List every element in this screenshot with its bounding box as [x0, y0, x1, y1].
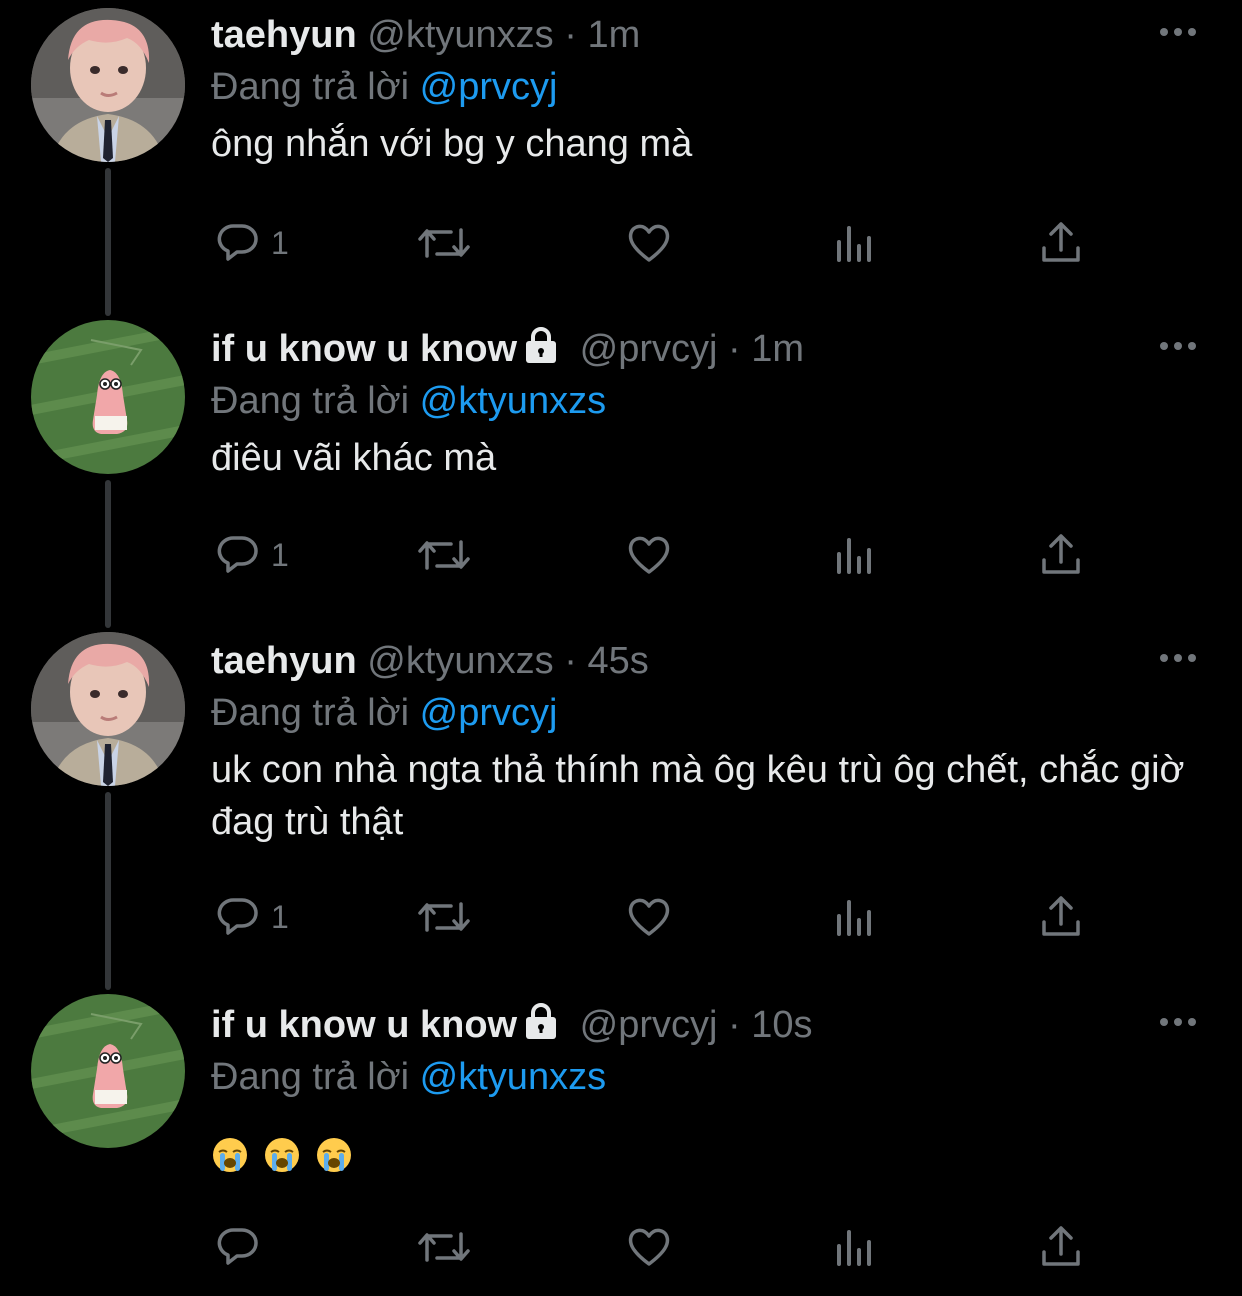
replying-to-handle[interactable]: @prvcyj	[420, 66, 558, 108]
replying-to-handle[interactable]: @prvcyj	[420, 692, 558, 734]
reply-count: 1	[271, 898, 289, 935]
tweet-header: if u know u know @prvcyj · 10s	[211, 1002, 813, 1048]
reply-count: 1	[271, 536, 289, 573]
like-button[interactable]	[625, 218, 673, 268]
lock-icon	[526, 327, 557, 363]
user-handle[interactable]: @prvcyj	[580, 1004, 718, 1046]
loudly-crying-face-emoji	[213, 1138, 247, 1172]
analytics-button[interactable]	[833, 218, 877, 268]
retweet-icon	[418, 228, 470, 258]
retweet-icon	[418, 1232, 470, 1262]
share-button[interactable]	[1039, 218, 1083, 268]
replying-to: Đang trả lời @ktyunxzs	[211, 1054, 606, 1100]
patrick-avatar[interactable]	[31, 994, 185, 1148]
share-icon	[1042, 534, 1080, 574]
comment-icon	[217, 224, 258, 261]
replying-to-handle[interactable]: @ktyunxzs	[420, 380, 606, 422]
loudly-crying-face-emoji	[317, 1138, 351, 1172]
tweet-text: ông nhắn với bg y chang mà	[211, 123, 693, 165]
share-icon	[1042, 1226, 1080, 1266]
tweet-header: taehyun @ktyunxzs · 45s	[211, 638, 649, 684]
analytics-icon	[837, 538, 871, 574]
replying-to: Đang trả lời @ktyunxzs	[211, 378, 606, 424]
analytics-icon	[837, 226, 871, 262]
reply-button[interactable]: 1	[215, 218, 289, 268]
lock-icon	[526, 1003, 557, 1039]
share-button[interactable]	[1039, 530, 1083, 580]
reply-button[interactable]	[215, 1222, 271, 1272]
tweet-actions: 1	[211, 530, 1111, 580]
patrick-avatar[interactable]	[31, 320, 185, 474]
tweet[interactable]: taehyun @ktyunxzs · 1m Đang trả lời @prv…	[0, 0, 1242, 312]
timestamp[interactable]: · 1m	[728, 328, 804, 370]
retweet-button[interactable]	[415, 530, 473, 580]
comment-icon	[217, 898, 258, 935]
display-name[interactable]: if u know u know	[211, 328, 517, 370]
comment-icon	[217, 536, 258, 573]
tweet[interactable]: if u know u know @prvcyj · 10s Đang trả …	[0, 990, 1242, 1296]
loudly-crying-face-emoji	[265, 1138, 299, 1172]
retweet-icon	[418, 902, 470, 932]
analytics-button[interactable]	[833, 530, 877, 580]
tweet-actions: 1	[211, 892, 1111, 942]
replying-to: Đang trả lời @prvcyj	[211, 64, 557, 110]
retweet-button[interactable]	[415, 1222, 473, 1272]
tweet[interactable]: taehyun @ktyunxzs · 45s Đang trả lời @pr…	[0, 626, 1242, 988]
tweet-text: uk con nhà ngta thả thính mà ôg kêu trù …	[211, 749, 1185, 843]
more-icon[interactable]	[1158, 336, 1198, 356]
reply-button[interactable]: 1	[215, 530, 289, 580]
share-icon	[1042, 896, 1080, 936]
retweet-button[interactable]	[415, 218, 473, 268]
reply-count: 1	[271, 224, 289, 261]
heart-icon	[628, 898, 670, 936]
person-avatar[interactable]	[31, 632, 185, 786]
retweet-icon	[418, 540, 470, 570]
heart-icon	[628, 1228, 670, 1266]
tweet-header: taehyun @ktyunxzs · 1m	[211, 12, 640, 58]
heart-icon	[628, 224, 670, 262]
like-button[interactable]	[625, 1222, 673, 1272]
heart-icon	[628, 536, 670, 574]
tweet-actions	[211, 1222, 1111, 1272]
tweet-emoji-row: 😭 😭 😭	[211, 1136, 1211, 1188]
replying-to-label: Đang trả lời	[211, 1056, 410, 1098]
tweet-header: if u know u know @prvcyj · 1m	[211, 326, 804, 372]
display-name[interactable]: taehyun	[211, 640, 357, 682]
display-name[interactable]: if u know u know	[211, 1004, 517, 1046]
more-icon[interactable]	[1158, 648, 1198, 668]
retweet-button[interactable]	[415, 892, 473, 942]
replying-to: Đang trả lời @prvcyj	[211, 690, 557, 736]
share-button[interactable]	[1039, 1222, 1083, 1272]
replying-to-label: Đang trả lời	[211, 692, 410, 734]
tweet-text: điêu vãi khác mà	[211, 437, 497, 479]
tweet-actions: 1	[211, 218, 1111, 268]
user-handle[interactable]: @ktyunxzs	[367, 640, 553, 682]
replying-to-label: Đang trả lời	[211, 66, 410, 108]
person-avatar[interactable]	[31, 8, 185, 162]
analytics-button[interactable]	[833, 892, 877, 942]
more-icon[interactable]	[1158, 22, 1198, 42]
tweet[interactable]: if u know u know @prvcyj · 1m Đang trả l…	[0, 314, 1242, 626]
like-button[interactable]	[625, 892, 673, 942]
analytics-icon	[837, 900, 871, 936]
replying-to-label: Đang trả lời	[211, 380, 410, 422]
timestamp[interactable]: · 1m	[564, 14, 640, 56]
comment-icon	[217, 1228, 258, 1265]
timestamp[interactable]: · 10s	[728, 1004, 812, 1046]
timestamp[interactable]: · 45s	[564, 640, 648, 682]
replying-to-handle[interactable]: @ktyunxzs	[420, 1056, 606, 1098]
analytics-icon	[837, 1230, 871, 1266]
more-icon[interactable]	[1158, 1012, 1198, 1032]
display-name[interactable]: taehyun	[211, 14, 357, 56]
reply-button[interactable]: 1	[215, 892, 289, 942]
user-handle[interactable]: @ktyunxzs	[367, 14, 553, 56]
share-button[interactable]	[1039, 892, 1083, 942]
user-handle[interactable]: @prvcyj	[580, 328, 718, 370]
share-icon	[1042, 222, 1080, 262]
analytics-button[interactable]	[833, 1222, 877, 1272]
like-button[interactable]	[625, 530, 673, 580]
